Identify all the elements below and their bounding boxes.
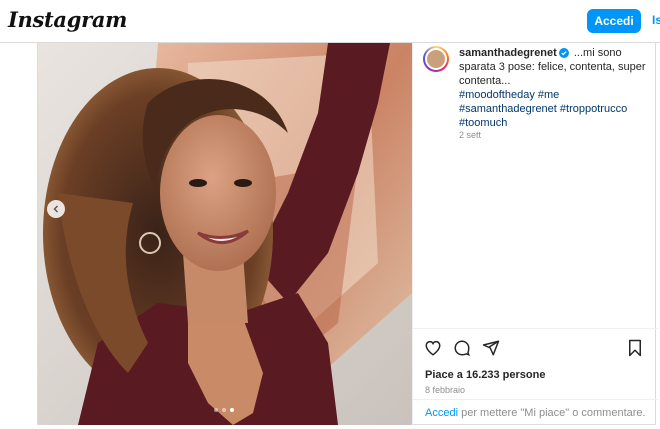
caption-time: 2 sett [459, 130, 482, 140]
photo-illustration [38, 43, 412, 425]
login-button[interactable]: Accedi [587, 9, 641, 33]
carousel-indicator [214, 408, 234, 412]
chevron-left-icon [53, 205, 58, 213]
login-prompt-text: per mettere "Mi piace" o commentare. [458, 407, 646, 419]
login-prompt-link[interactable]: Accedi [425, 407, 458, 419]
hashtag-link[interactable]: #me [538, 89, 559, 101]
bookmark-icon[interactable] [627, 339, 643, 357]
share-icon[interactable] [482, 339, 500, 357]
carousel-prev-button[interactable] [47, 200, 65, 218]
post-photo[interactable] [38, 43, 412, 425]
hashtag-list: #moodoftheday #me #samanthadegrenet #tro… [459, 88, 654, 130]
carousel-dot [214, 408, 218, 412]
hashtag-link[interactable]: #troppotrucco [560, 103, 627, 115]
username-link[interactable]: samanthadegrenet [459, 47, 557, 59]
login-prompt: Accedi per mettere "Mi piace" o commenta… [413, 399, 658, 425]
verified-badge-icon [558, 48, 569, 58]
hashtag-link[interactable]: #toomuch [459, 117, 507, 129]
avatar[interactable] [423, 46, 449, 72]
hashtag-link[interactable]: #moodoftheday [459, 89, 535, 101]
hashtag-link[interactable]: #samanthadegrenet [459, 103, 557, 115]
post-card: samanthadegrenet ...mi sono sparata 3 po… [37, 43, 658, 425]
comment-icon[interactable] [453, 339, 471, 357]
top-bar: Instagram Accedi Is [0, 0, 660, 43]
instagram-logo[interactable]: Instagram [8, 7, 127, 32]
signup-link[interactable]: Is [652, 13, 660, 27]
post-side-panel: samanthadegrenet ...mi sono sparata 3 po… [412, 43, 658, 425]
post-caption: samanthadegrenet ...mi sono sparata 3 po… [459, 46, 654, 130]
carousel-dot [222, 408, 226, 412]
likes-count[interactable]: Piace a 16.233 persone [425, 369, 545, 381]
post-date: 8 febbraio [425, 385, 466, 395]
carousel-dot-active [230, 408, 234, 412]
heart-icon[interactable] [424, 339, 442, 357]
